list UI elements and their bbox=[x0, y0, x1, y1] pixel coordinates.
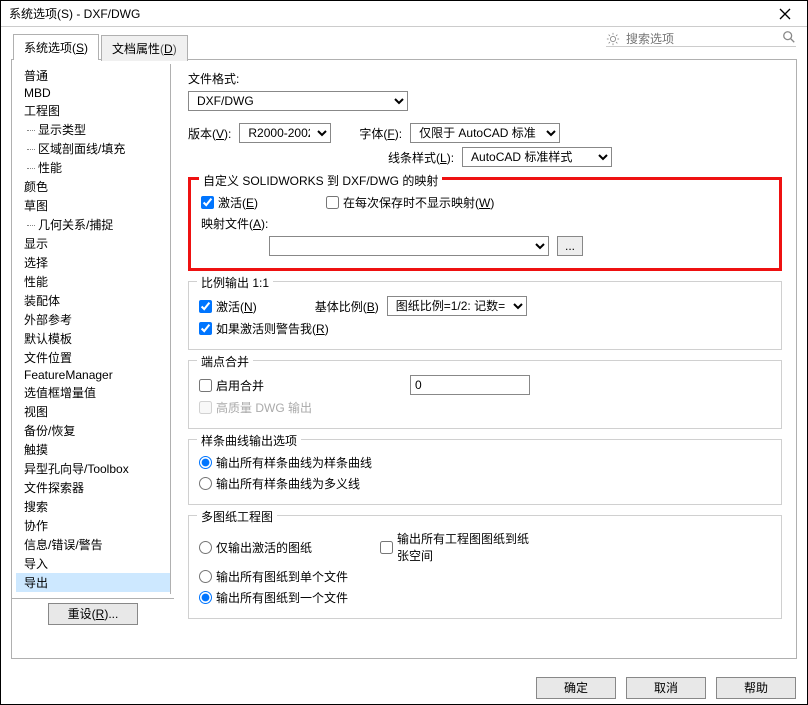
endpoint-group: 端点合并 启用合并 高质量 DWG 输出 bbox=[188, 360, 782, 429]
multi-separate-files-radio[interactable]: 输出所有图纸到单个文件 bbox=[199, 568, 348, 585]
tree-item[interactable]: 导出 bbox=[16, 573, 170, 592]
tree-item[interactable]: 草图 bbox=[16, 196, 170, 215]
tree-item[interactable]: 导入 bbox=[16, 554, 170, 573]
search-icon bbox=[782, 30, 796, 44]
multi-active-only-radio[interactable]: 仅输出激活的图纸 bbox=[199, 539, 312, 556]
version-label: 版本(V): bbox=[188, 125, 231, 142]
spline-legend: 样条曲线输出选项 bbox=[197, 432, 301, 449]
tree-item[interactable]: 性能 bbox=[16, 272, 170, 291]
mapping-legend: 自定义 SOLIDWORKS 到 DXF/DWG 的映射 bbox=[199, 172, 442, 189]
help-button[interactable]: 帮助 bbox=[716, 677, 796, 699]
close-button[interactable] bbox=[763, 1, 807, 27]
tree-item[interactable]: 装配体 bbox=[16, 291, 170, 310]
mapping-group: 自定义 SOLIDWORKS 到 DXF/DWG 的映射 激活(E) 在每次保存… bbox=[188, 177, 782, 271]
linestyle-select[interactable]: AutoCAD 标准样式 bbox=[462, 147, 612, 167]
tree-item[interactable]: 显示类型 bbox=[16, 120, 170, 139]
scale-legend: 比例输出 1:1 bbox=[197, 274, 273, 291]
cancel-button[interactable]: 取消 bbox=[626, 677, 706, 699]
tree-item[interactable]: 视图 bbox=[16, 402, 170, 421]
font-select[interactable]: 仅限于 AutoCAD 标准 bbox=[410, 123, 560, 143]
scale-group: 比例输出 1:1 激活(N) 基体比例(B) 图纸比例=1/2: 记数=1 如果… bbox=[188, 281, 782, 350]
multisheet-legend: 多图纸工程图 bbox=[197, 508, 277, 525]
linestyle-label: 线条样式(L): bbox=[388, 149, 454, 166]
version-select[interactable]: R2000-2002 bbox=[239, 123, 331, 143]
tree-item[interactable]: 搜索 bbox=[16, 497, 170, 516]
tab-document-properties[interactable]: 文档属性(D) bbox=[101, 35, 188, 61]
font-label: 字体(F): bbox=[359, 125, 402, 142]
tab-system-options[interactable]: 系统选项(S) bbox=[13, 34, 99, 60]
reset-button[interactable]: 重设(R)... bbox=[48, 603, 138, 625]
tree-item[interactable]: 区域剖面线/填充 bbox=[16, 139, 170, 158]
tree-item[interactable]: 异型孔向导/Toolbox bbox=[16, 459, 170, 478]
tree-item[interactable]: 文件探索器 bbox=[16, 478, 170, 497]
mapping-activate-checkbox[interactable]: 激活(E) bbox=[201, 194, 258, 211]
mapping-file-select[interactable] bbox=[269, 236, 549, 256]
spline-group: 样条曲线输出选项 输出所有样条曲线为样条曲线 输出所有样条曲线为多义线 bbox=[188, 439, 782, 505]
endpoint-enable-checkbox[interactable]: 启用合并 bbox=[199, 377, 264, 394]
scale-warn-checkbox[interactable]: 如果激活则警告我(R) bbox=[199, 320, 329, 337]
search-box[interactable] bbox=[606, 32, 796, 47]
multi-one-file-radio[interactable]: 输出所有图纸到一个文件 bbox=[199, 589, 348, 606]
file-format-select[interactable]: DXF/DWG bbox=[188, 91, 408, 111]
tree-item[interactable]: 选择 bbox=[16, 253, 170, 272]
tree-item[interactable]: 颜色 bbox=[16, 177, 170, 196]
file-format-label: 文件格式: bbox=[188, 70, 248, 87]
ok-button[interactable]: 确定 bbox=[536, 677, 616, 699]
tree-item[interactable]: 几何关系/捕捉 bbox=[16, 215, 170, 234]
tree-item[interactable]: 协作 bbox=[16, 516, 170, 535]
close-icon bbox=[779, 8, 791, 20]
tree-item[interactable]: 默认模板 bbox=[16, 329, 170, 348]
base-scale-select[interactable]: 图纸比例=1/2: 记数=1 bbox=[387, 296, 527, 316]
mapping-file-label: 映射文件(A): bbox=[201, 215, 268, 232]
tree-item[interactable]: 工程图 bbox=[16, 101, 170, 120]
gear-icon bbox=[606, 32, 620, 46]
tree-item[interactable]: 信息/错误/警告 bbox=[16, 535, 170, 554]
search-input[interactable] bbox=[626, 32, 796, 46]
hq-dwg-checkbox: 高质量 DWG 输出 bbox=[199, 399, 312, 416]
window-title: 系统选项(S) - DXF/DWG bbox=[9, 5, 140, 22]
multisheet-group: 多图纸工程图 仅输出激活的图纸 输出所有工程图图纸到纸张空间 输出所有图纸到单个… bbox=[188, 515, 782, 619]
mapping-nosave-checkbox[interactable]: 在每次保存时不显示映射(W) bbox=[326, 194, 494, 211]
tree-item[interactable]: 外部参考 bbox=[16, 310, 170, 329]
tree-item[interactable]: 备份/恢复 bbox=[16, 421, 170, 440]
endpoint-value-input[interactable] bbox=[410, 375, 530, 395]
mapping-browse-button[interactable]: ... bbox=[557, 236, 583, 256]
tree-item[interactable]: 性能 bbox=[16, 158, 170, 177]
spline-as-spline-radio[interactable]: 输出所有样条曲线为样条曲线 bbox=[199, 454, 372, 471]
spline-as-polyline-radio[interactable]: 输出所有样条曲线为多义线 bbox=[199, 475, 360, 492]
tree-item[interactable]: 触摸 bbox=[16, 440, 170, 459]
scale-activate-checkbox[interactable]: 激活(N) bbox=[199, 298, 257, 315]
base-scale-label: 基体比例(B) bbox=[315, 298, 379, 315]
tree-item[interactable]: 选值框增量值 bbox=[16, 383, 170, 402]
tree-item[interactable]: 文件位置 bbox=[16, 348, 170, 367]
multi-paperspace-checkbox[interactable]: 输出所有工程图图纸到纸张空间 bbox=[380, 530, 537, 564]
endpoint-legend: 端点合并 bbox=[197, 353, 253, 370]
tree-item[interactable]: MBD bbox=[16, 85, 170, 101]
tree-item[interactable]: 普通 bbox=[16, 66, 170, 85]
tree-item[interactable]: FeatureManager bbox=[16, 367, 170, 383]
tree-item[interactable]: 显示 bbox=[16, 234, 170, 253]
options-tree[interactable]: 普通MBD工程图显示类型区域剖面线/填充性能颜色草图几何关系/捕捉显示选择性能装… bbox=[16, 64, 171, 594]
